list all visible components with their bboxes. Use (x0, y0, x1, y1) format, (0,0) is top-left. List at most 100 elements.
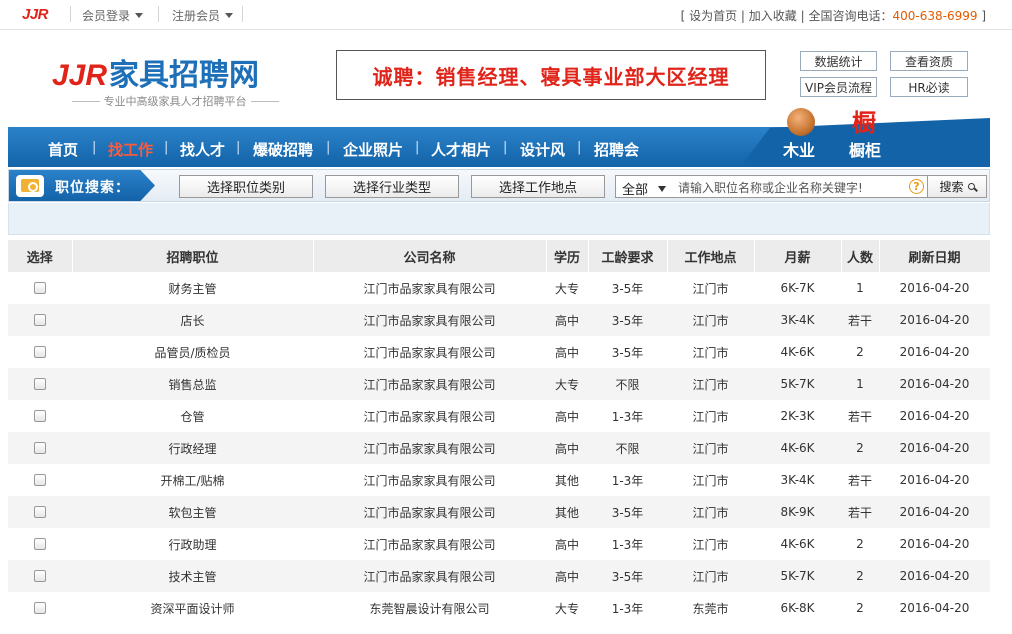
location-cell: 江门市 (692, 569, 729, 584)
folder-search-icon (16, 175, 44, 197)
location-cell: 江门市 (667, 464, 754, 496)
site-logo[interactable]: JJR家具招聘网 (52, 50, 259, 94)
location-cell: 江门市 (667, 336, 754, 368)
refresh-date-cell: 2016-04-20 (879, 368, 990, 400)
education-cell: 高中 (554, 569, 579, 584)
nav-find-job[interactable]: 找工作 (108, 139, 153, 160)
job-title-link[interactable]: 资深平面设计师 (150, 602, 234, 616)
job-title-link[interactable]: 行政助理 (168, 538, 216, 552)
wood-industry-link[interactable]: 木业 (783, 137, 815, 161)
headcount-cell: 若干 (847, 313, 872, 328)
recruit-banner[interactable]: 诚聘：销售经理、寝具事业部大区经理 (336, 50, 766, 100)
job-title-link[interactable]: 仓管 (180, 410, 204, 424)
company-name-link[interactable]: 江门市品家家具有限公司 (363, 282, 495, 296)
nav-job-fair[interactable]: 招聘会 (594, 139, 639, 160)
cabinet-industry-link[interactable]: 橱柜 (849, 137, 881, 161)
select-checkbox[interactable] (34, 410, 46, 422)
company-name-link[interactable]: 江门市品家家具有限公司 (363, 506, 495, 520)
education-cell: 高中 (546, 432, 588, 464)
salary-cell: 4K-6K (754, 528, 841, 560)
company-name-link[interactable]: 江门市品家家具有限公司 (363, 570, 495, 584)
nav-hot-recruit[interactable]: 爆破招聘 (253, 139, 313, 160)
refresh-date-cell: 2016-04-20 (879, 400, 990, 432)
nav-divider: | (415, 140, 420, 155)
select-industry-button[interactable]: 选择行业类型 (325, 175, 459, 198)
education-cell: 其他 (546, 496, 588, 528)
experience-cell: 3-5年 (588, 304, 667, 336)
select-checkbox[interactable] (34, 442, 46, 454)
set-home-link[interactable]: 设为首页 (689, 9, 737, 23)
col-header-job: 招聘职位 (72, 240, 314, 272)
refresh-date-cell: 2016-04-20 (899, 601, 970, 615)
education-cell: 大专 (546, 368, 588, 400)
job-title-link[interactable]: 店长 (180, 314, 204, 328)
headcount-cell: 2 (856, 537, 864, 551)
headcount-cell: 2 (841, 432, 879, 464)
view-qualification-button[interactable]: 查看资质 (890, 51, 968, 71)
member-login-menu[interactable]: 会员登录 (82, 7, 144, 24)
job-title-cell: 软包主管 (72, 496, 313, 528)
select-cell (8, 464, 72, 496)
help-icon[interactable]: ? (909, 179, 924, 194)
nav-company-photos[interactable]: 企业照片 (343, 139, 403, 160)
col-header-education: 学历 (546, 240, 589, 272)
hotline-number: 400-638-6999 (892, 9, 978, 23)
job-title-link[interactable]: 行政经理 (168, 442, 216, 456)
company-name-link[interactable]: 江门市品家家具有限公司 (363, 442, 495, 456)
education-cell: 大专 (546, 272, 588, 304)
hr-must-read-button[interactable]: HR必读 (890, 77, 968, 97)
search-input[interactable]: 请输入职位名称或企业名称关键字! (678, 179, 863, 196)
data-stats-button[interactable]: 数据统计 (800, 51, 877, 71)
company-name-link[interactable]: 江门市品家家具有限公司 (363, 346, 495, 360)
select-checkbox[interactable] (34, 378, 46, 390)
top-logo[interactable]: JJR (22, 6, 49, 23)
select-checkbox[interactable] (34, 570, 46, 582)
select-job-category-button[interactable]: 选择职位类别 (179, 175, 313, 198)
select-checkbox[interactable] (34, 282, 46, 294)
nav-find-talent[interactable]: 找人才 (180, 139, 225, 160)
company-name-link[interactable]: 江门市品家家具有限公司 (363, 378, 495, 392)
table-row: 开棉工/贴棉 江门市品家家具有限公司 其他 1-3年 江门市 3K-4K 若干 2016-04… (8, 464, 990, 496)
headcount-cell: 若干 (841, 496, 879, 528)
job-title-link[interactable]: 财务主管 (168, 282, 216, 296)
job-title-link[interactable]: 开棉工/贴棉 (160, 474, 224, 488)
select-cell (8, 496, 72, 528)
headcount-cell: 若干 (847, 409, 872, 424)
job-title-link[interactable]: 品管员/质检员 (154, 346, 230, 360)
nav-design-style[interactable]: 设计风 (520, 139, 565, 160)
select-checkbox[interactable] (34, 538, 46, 550)
vip-process-button[interactable]: VIP会员流程 (800, 77, 877, 97)
col-header-company: 公司名称 (313, 240, 547, 272)
col-header-location: 工作地点 (667, 240, 755, 272)
select-checkbox[interactable] (34, 314, 46, 326)
refresh-date-cell: 2016-04-20 (879, 560, 990, 592)
job-title-link[interactable]: 技术主管 (168, 570, 216, 584)
search-scope-select[interactable]: 全部 (622, 179, 667, 198)
job-title-link[interactable]: 销售总监 (168, 378, 216, 392)
nav-talent-photos[interactable]: 人才相片 (431, 139, 491, 160)
education-cell: 高中 (554, 313, 579, 328)
salary-cell: 6K-7K (780, 281, 815, 295)
select-checkbox[interactable] (34, 346, 46, 358)
company-name-link[interactable]: 江门市品家家具有限公司 (363, 538, 495, 552)
table-row: 资深平面设计师 东莞智晨设计有限公司 大专 1-3年 东莞市 6K-8K 2 2016-04-… (8, 592, 990, 624)
company-name-link[interactable]: 江门市品家家具有限公司 (363, 410, 495, 424)
select-checkbox[interactable] (34, 506, 46, 518)
job-title-link[interactable]: 软包主管 (168, 506, 216, 520)
keyword-search-field[interactable]: 全部 请输入职位名称或企业名称关键字! ? (615, 175, 929, 198)
add-favorite-link[interactable]: 加入收藏 (749, 9, 797, 23)
refresh-date-cell: 2016-04-20 (879, 528, 990, 560)
search-button[interactable]: 搜索 (927, 175, 987, 198)
job-title-cell: 仓管 (72, 400, 313, 432)
select-cell (8, 592, 72, 624)
register-menu[interactable]: 注册会员 (172, 7, 234, 24)
company-name-link[interactable]: 江门市品家家具有限公司 (363, 474, 495, 488)
table-row: 技术主管 江门市品家家具有限公司 高中 3-5年 江门市 5K-7K 2 2016-04-20 (8, 560, 990, 592)
company-name-link[interactable]: 东莞智晨设计有限公司 (369, 602, 489, 616)
select-location-button[interactable]: 选择工作地点 (471, 175, 605, 198)
location-cell: 江门市 (692, 377, 729, 392)
select-checkbox[interactable] (34, 602, 46, 614)
nav-home[interactable]: 首页 (48, 139, 78, 160)
company-name-link[interactable]: 江门市品家家具有限公司 (363, 314, 495, 328)
select-checkbox[interactable] (34, 474, 46, 486)
